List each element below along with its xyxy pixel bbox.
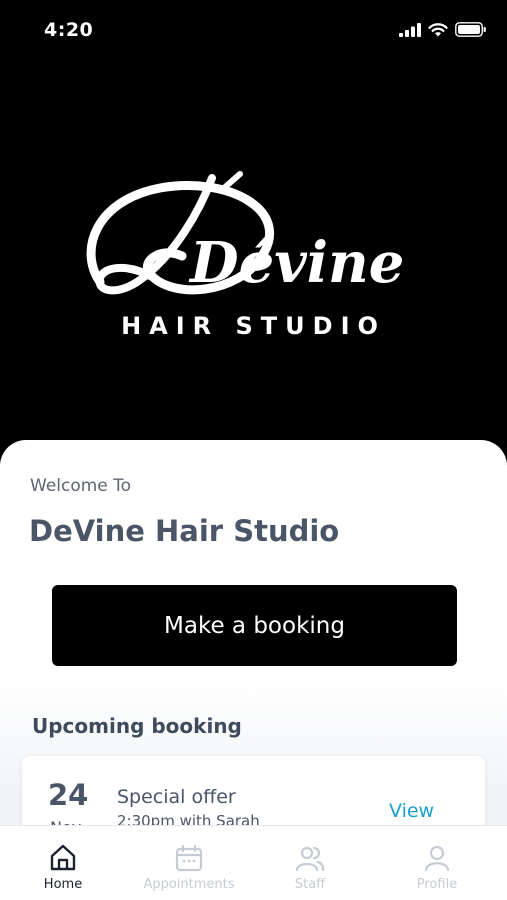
booking-day: 24 [48, 778, 89, 812]
status-bar: 4:20 [0, 0, 507, 60]
upcoming-booking-heading: Upcoming booking [32, 714, 242, 738]
tab-appointments-label: Appointments [143, 877, 235, 892]
tab-home-label: Home [43, 877, 83, 892]
make-booking-button[interactable]: Make a booking [52, 585, 457, 666]
signal-icon [399, 22, 421, 37]
hero-banner: Dévine HAIR STUDIO [0, 60, 507, 455]
tab-profile[interactable]: Profile [374, 826, 500, 900]
logo-script-text: Dévine [188, 230, 404, 296]
booking-title: Special offer [117, 786, 236, 808]
welcome-title: DeVine Hair Studio [29, 514, 340, 548]
wifi-icon [428, 22, 448, 36]
calendar-icon [175, 844, 203, 872]
tab-appointments[interactable]: Appointments [126, 826, 252, 900]
tab-profile-label: Profile [416, 877, 458, 892]
battery-icon [455, 22, 486, 37]
user-icon [424, 845, 450, 872]
tab-staff-label: Staff [294, 877, 326, 892]
welcome-pre: Welcome To [30, 476, 132, 496]
home-icon [50, 844, 76, 871]
brand-logo: Dévine [86, 171, 404, 296]
status-icons [399, 22, 487, 37]
tab-staff[interactable]: Staff [247, 826, 373, 900]
make-booking-label: Make a booking [164, 612, 345, 639]
users-icon [295, 846, 325, 872]
booking-view-link[interactable]: View [389, 800, 434, 822]
logo-subtitle: HAIR STUDIO [121, 312, 386, 340]
tab-home[interactable]: Home [0, 826, 126, 900]
status-time: 4:20 [44, 19, 94, 41]
bottom-tab-bar: Home Appointments Staff Profile [0, 825, 507, 900]
